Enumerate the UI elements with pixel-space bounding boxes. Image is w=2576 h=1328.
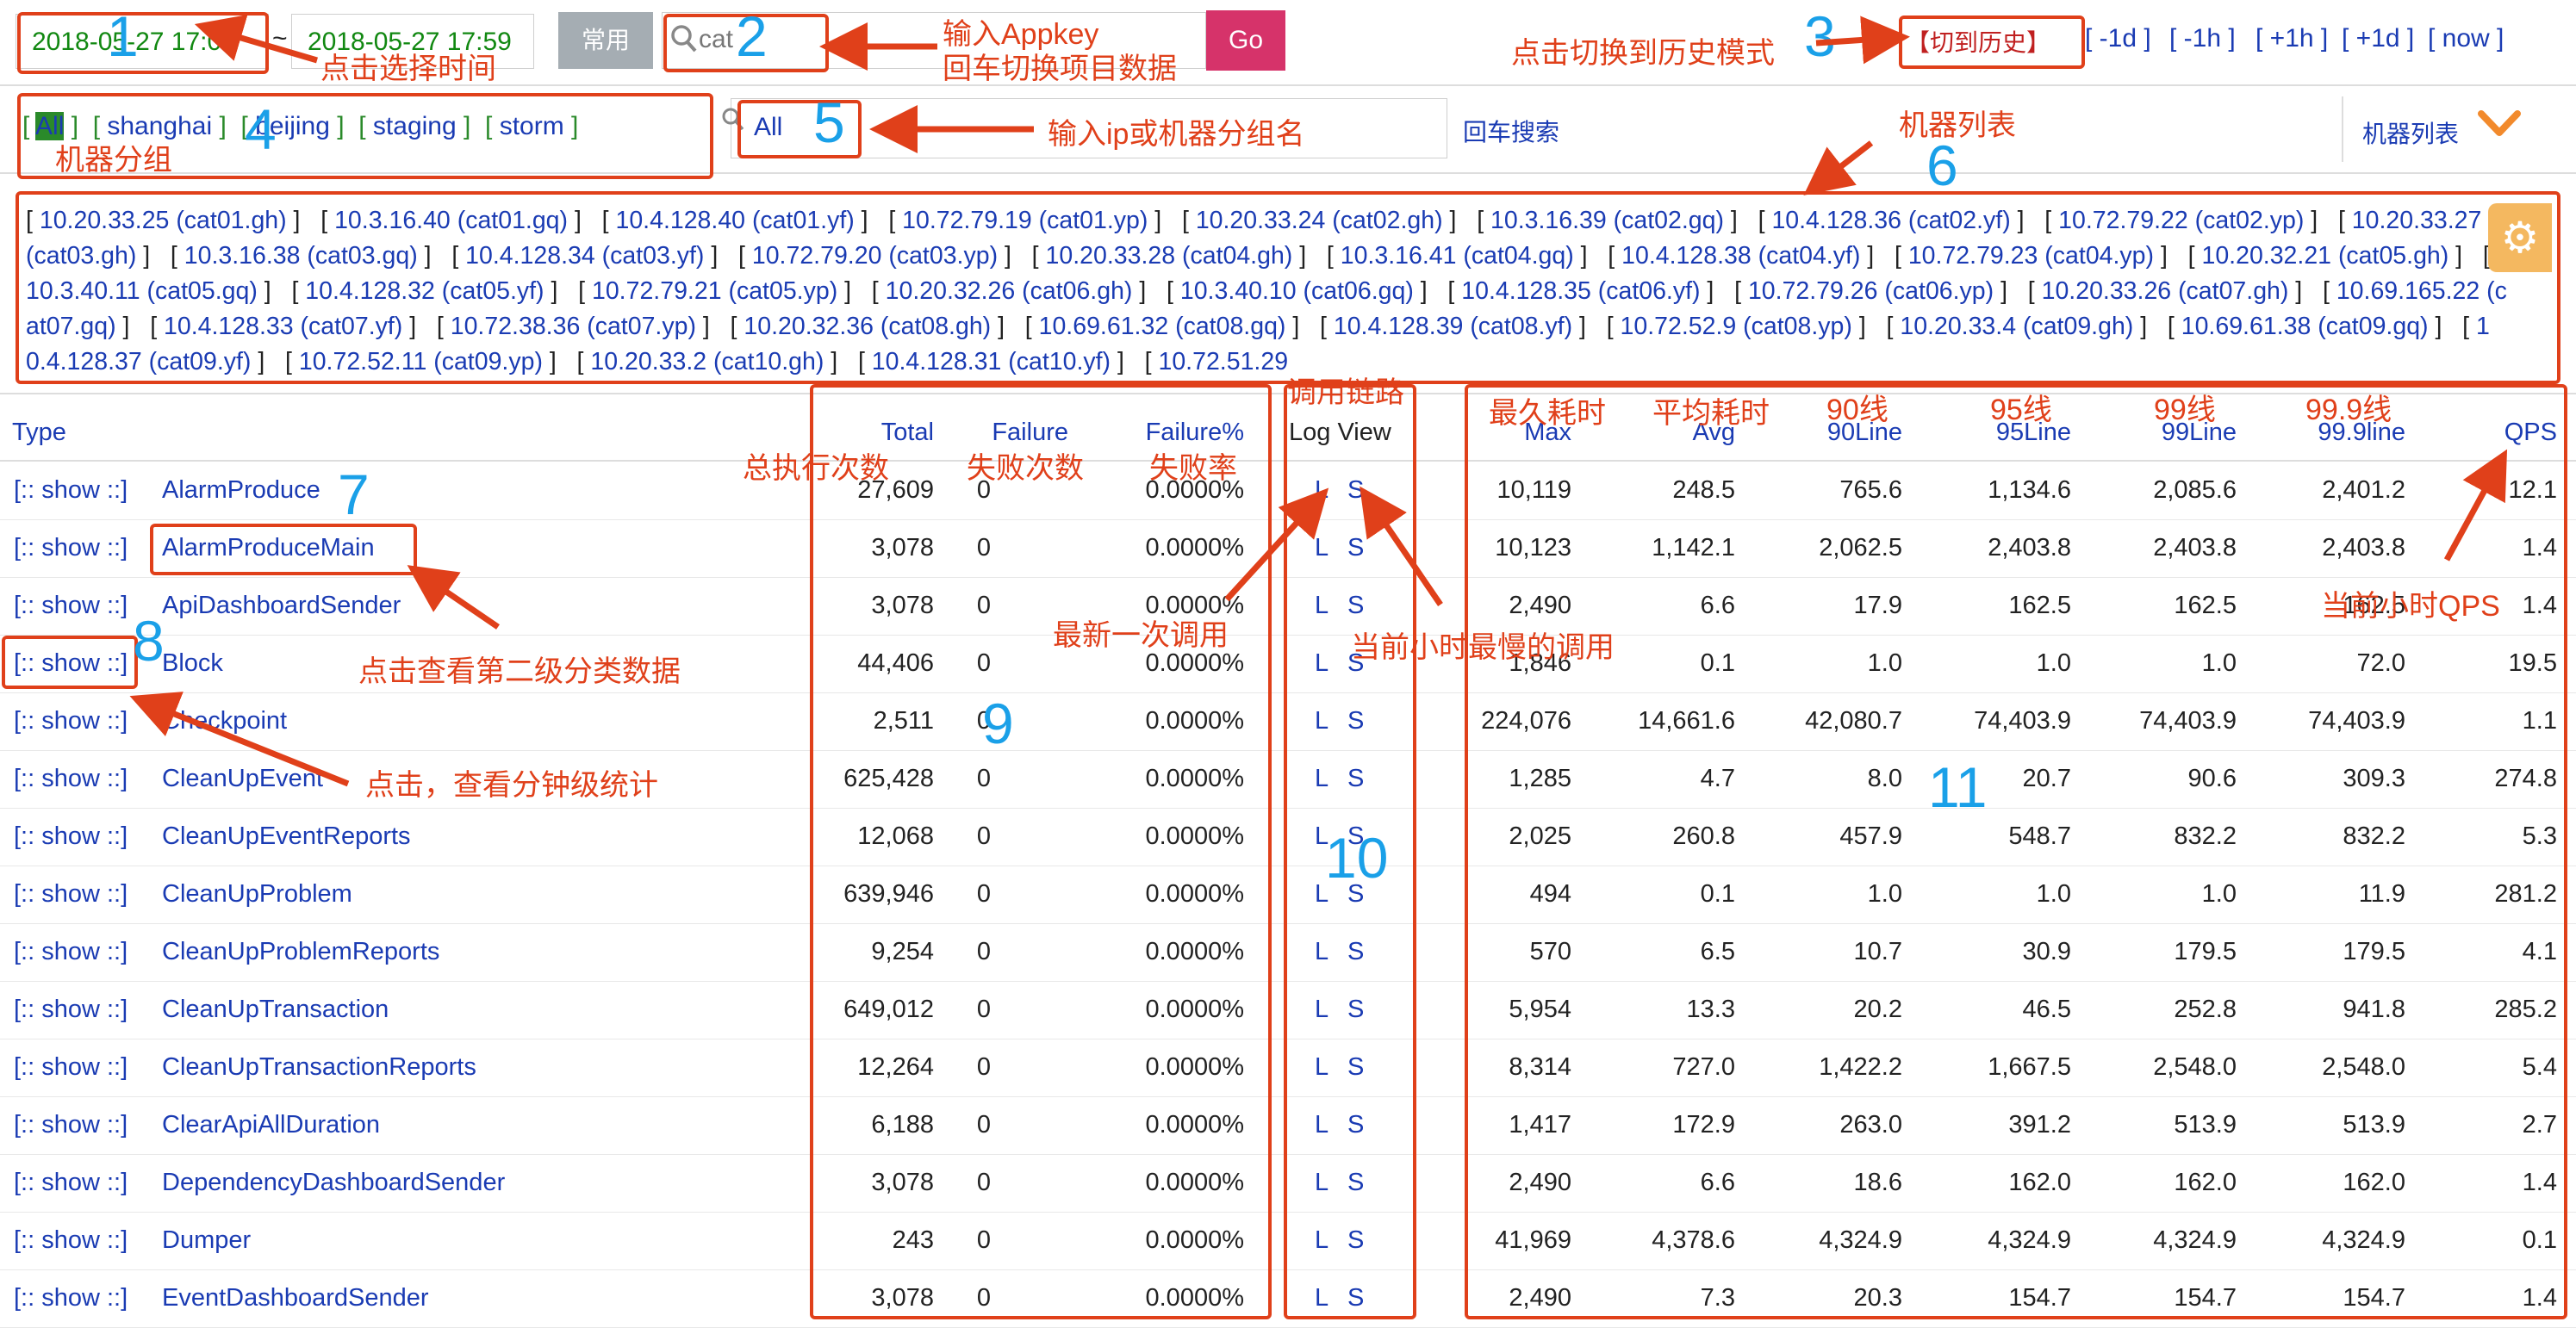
annotation-arrows — [129, 15, 2508, 787]
